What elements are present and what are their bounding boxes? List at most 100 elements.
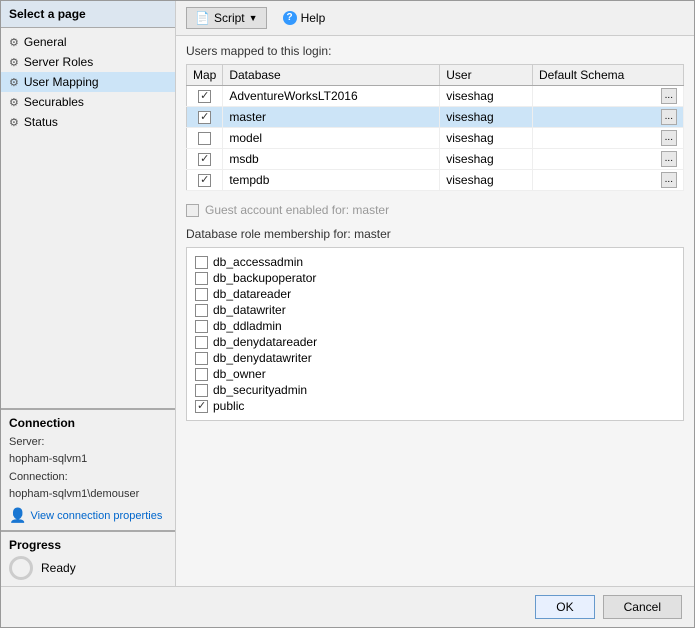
schema-1: ... [532,86,683,107]
connection-value: hopham-sqlvm1\demouser [9,486,167,504]
role-item-db_denydatawriter: db_denydatawriter [195,350,675,366]
role-item-db_denydatareader: db_denydatareader [195,334,675,350]
db-name-2: master [223,107,440,128]
ellipsis-btn-2[interactable]: ... [661,109,677,125]
sidebar-item-securables[interactable]: ⚙ Securables [1,92,175,112]
progress-spinner [9,556,33,580]
help-button[interactable]: ? Help [275,8,334,28]
col-user: User [440,65,533,86]
role-checkbox-db_datawriter[interactable] [195,304,208,317]
script-icon: 📄 [195,11,210,25]
role-checkbox-db_denydatawriter[interactable] [195,352,208,365]
roles-section: db_accessadmin db_backupoperator db_data… [186,247,684,421]
server-value: hopham-sqlvm1 [9,451,167,469]
schema-5: ... [532,170,683,191]
nav-items: ⚙ General ⚙ Server Roles ⚙ User Mapping … [1,28,175,408]
progress-content: Ready [9,556,167,580]
col-map: Map [187,65,223,86]
db-name-3: model [223,128,440,149]
role-item-public: public [195,398,675,414]
db-name-1: AdventureWorksLT2016 [223,86,440,107]
role-checkbox-db_backupoperator[interactable] [195,272,208,285]
sidebar-item-status[interactable]: ⚙ Status [1,112,175,132]
help-icon: ? [283,11,297,25]
col-database: Database [223,65,440,86]
user-mapping-icon: ⚙ [9,76,19,89]
sidebar-item-server-roles[interactable]: ⚙ Server Roles [1,52,175,72]
right-panel: 📄 Script ▼ ? Help Users mapped to this l… [176,1,694,586]
connection-header: Connection [9,416,167,430]
user-name-1: viseshag [440,86,533,107]
role-checkbox-db_datareader[interactable] [195,288,208,301]
user-name-4: viseshag [440,149,533,170]
status-icon: ⚙ [9,116,19,129]
schema-3: ... [532,128,683,149]
toolbar: 📄 Script ▼ ? Help [176,1,694,36]
dialog: Select a page ⚙ General ⚙ Server Roles ⚙… [0,0,695,628]
dialog-body: Select a page ⚙ General ⚙ Server Roles ⚙… [1,1,694,586]
role-item-db_owner: db_owner [195,366,675,382]
progress-section: Progress Ready [1,530,175,586]
db-name-4: msdb [223,149,440,170]
guest-checkbox[interactable] [186,204,199,217]
user-name-2: viseshag [440,107,533,128]
left-panel-title: Select a page [1,1,175,28]
schema-4: ... [532,149,683,170]
sidebar-item-user-mapping[interactable]: ⚙ User Mapping [1,72,175,92]
role-checkbox-db_owner[interactable] [195,368,208,381]
role-item-db_datawriter: db_datawriter [195,302,675,318]
role-item-db_securityadmin: db_securityadmin [195,382,675,398]
role-item-db_datareader: db_datareader [195,286,675,302]
connection-person-icon: 👤 [9,507,26,524]
general-icon: ⚙ [9,36,19,49]
role-checkbox-db_accessadmin[interactable] [195,256,208,269]
script-button[interactable]: 📄 Script ▼ [186,7,267,29]
guest-row: Guest account enabled for: master [186,199,684,221]
table-row[interactable]: tempdb viseshag ... [187,170,684,191]
ok-button[interactable]: OK [535,595,594,619]
role-checkbox-public[interactable] [195,400,208,413]
cancel-button[interactable]: Cancel [603,595,682,619]
ellipsis-btn-4[interactable]: ... [661,151,677,167]
connection-label: Connection: [9,469,167,487]
role-item-db_ddladmin: db_ddladmin [195,318,675,334]
row-checkbox-3[interactable] [198,132,211,145]
users-header: Users mapped to this login: [186,44,684,58]
ellipsis-btn-5[interactable]: ... [661,172,677,188]
server-label: Server: [9,434,167,452]
schema-2: ... [532,107,683,128]
connection-info: Server: hopham-sqlvm1 Connection: hopham… [9,434,167,504]
left-panel: Select a page ⚙ General ⚙ Server Roles ⚙… [1,1,176,586]
progress-status: Ready [41,561,76,575]
sidebar-item-general[interactable]: ⚙ General [1,32,175,52]
table-row[interactable]: msdb viseshag ... [187,149,684,170]
progress-header: Progress [9,538,167,552]
table-row[interactable]: model viseshag ... [187,128,684,149]
users-table: Map Database User Default Schema Adventu… [186,64,684,191]
view-connection-link[interactable]: 👤 View connection properties [9,507,167,524]
ellipsis-btn-1[interactable]: ... [661,88,677,104]
col-schema: Default Schema [532,65,683,86]
row-checkbox-5[interactable] [198,174,211,187]
role-checkbox-db_denydatareader[interactable] [195,336,208,349]
role-item-db_accessadmin: db_accessadmin [195,254,675,270]
roles-title: Database role membership for: master [186,227,684,241]
row-checkbox-4[interactable] [198,153,211,166]
role-item-db_backupoperator: db_backupoperator [195,270,675,286]
user-name-3: viseshag [440,128,533,149]
server-roles-icon: ⚙ [9,56,19,69]
table-row[interactable]: master viseshag ... [187,107,684,128]
main-content: Users mapped to this login: Map Database… [176,36,694,586]
role-checkbox-db_securityadmin[interactable] [195,384,208,397]
ellipsis-btn-3[interactable]: ... [661,130,677,146]
dialog-footer: OK Cancel [1,586,694,627]
db-name-5: tempdb [223,170,440,191]
row-checkbox-1[interactable] [198,90,211,103]
table-row[interactable]: AdventureWorksLT2016 viseshag ... [187,86,684,107]
securables-icon: ⚙ [9,96,19,109]
row-checkbox-2[interactable] [198,111,211,124]
guest-label: Guest account enabled for: master [205,203,389,217]
connection-section: Connection Server: hopham-sqlvm1 Connect… [1,408,175,530]
user-name-5: viseshag [440,170,533,191]
role-checkbox-db_ddladmin[interactable] [195,320,208,333]
